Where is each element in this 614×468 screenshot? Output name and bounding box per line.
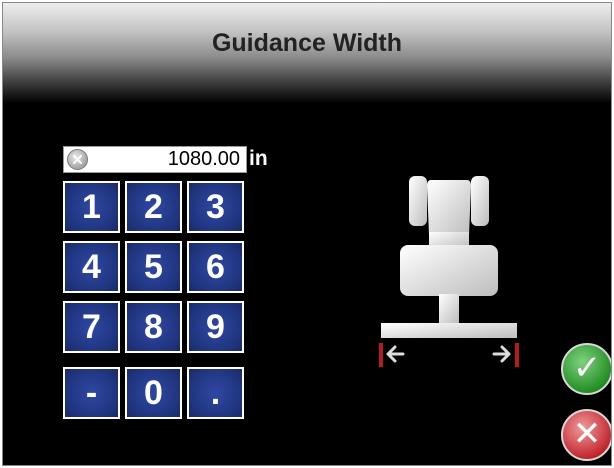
checkmark-icon[interactable]: ✓ bbox=[561, 343, 611, 395]
key-8[interactable]: 8 bbox=[125, 301, 182, 353]
width-arrows-icon bbox=[379, 343, 519, 367]
key-5[interactable]: 5 bbox=[125, 241, 182, 293]
key-6[interactable]: 6 bbox=[187, 241, 244, 293]
key-7[interactable]: 7 bbox=[63, 301, 120, 353]
clear-x-icon[interactable] bbox=[67, 149, 88, 170]
guidance-width-screen: Guidance Width 1080.00 in 1 2 3 4 5 6 7 … bbox=[2, 2, 612, 466]
x-icon[interactable]: ✕ bbox=[561, 409, 611, 461]
tractor-width-diagram bbox=[373, 163, 523, 373]
key-9[interactable]: 9 bbox=[187, 301, 244, 353]
key-decimal[interactable]: . bbox=[187, 367, 244, 419]
width-value: 1080.00 bbox=[167, 148, 240, 170]
page-title: Guidance Width bbox=[211, 29, 403, 57]
title-bar: Guidance Width bbox=[3, 3, 611, 103]
key-1[interactable]: 1 bbox=[63, 181, 120, 233]
key-4[interactable]: 4 bbox=[63, 241, 120, 293]
key-minus[interactable]: - bbox=[63, 367, 120, 419]
key-3[interactable]: 3 bbox=[187, 181, 244, 233]
tractor-icon bbox=[381, 176, 517, 338]
width-input-field[interactable]: 1080.00 bbox=[63, 146, 247, 173]
key-0[interactable]: 0 bbox=[125, 367, 182, 419]
key-2[interactable]: 2 bbox=[125, 181, 182, 233]
unit-label: in bbox=[249, 147, 268, 170]
